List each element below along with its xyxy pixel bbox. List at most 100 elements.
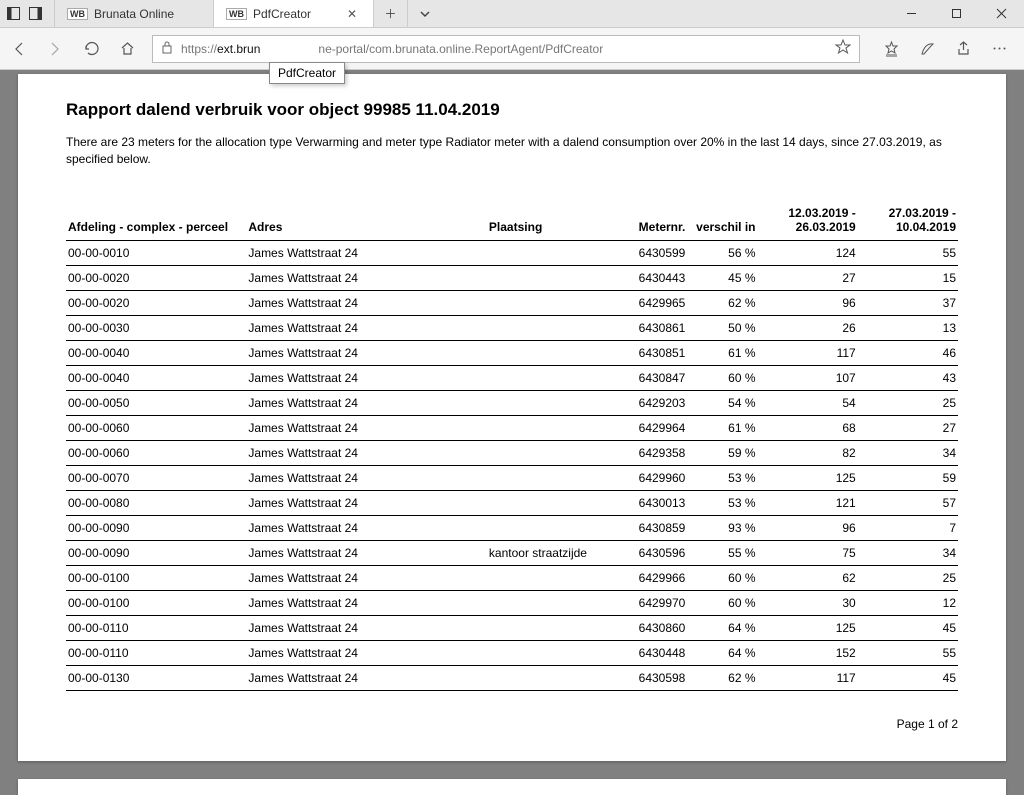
tab-pdfcreator[interactable]: WB PdfCreator ✕	[214, 0, 374, 27]
cell-plaats	[487, 440, 617, 465]
cell-meter: 6430599	[617, 240, 687, 265]
meters-table: Afdeling - complex - perceel Adres Plaat…	[66, 202, 958, 691]
cell-p2: 45	[858, 665, 958, 690]
tab-brunata-online[interactable]: WB Brunata Online	[54, 0, 214, 27]
cell-afd: 00-00-0110	[66, 640, 246, 665]
cell-p1: 54	[758, 390, 858, 415]
cell-p1: 96	[758, 290, 858, 315]
cell-versch: 62 %	[687, 665, 757, 690]
cell-p2: 34	[858, 540, 958, 565]
cell-versch: 93 %	[687, 515, 757, 540]
home-button[interactable]	[116, 38, 138, 60]
refresh-button[interactable]	[80, 38, 102, 60]
pen-icon[interactable]	[916, 38, 938, 60]
scroll-area[interactable]: Rapport dalend verbruik voor object 9998…	[0, 70, 1024, 795]
forward-button[interactable]	[44, 38, 66, 60]
cell-adres: James Wattstraat 24	[246, 390, 487, 415]
cell-adres: James Wattstraat 24	[246, 440, 487, 465]
window-split-left-icon[interactable]	[6, 7, 20, 21]
cell-adres: James Wattstraat 24	[246, 490, 487, 515]
cell-p1: 26	[758, 315, 858, 340]
cell-adres: James Wattstraat 24	[246, 465, 487, 490]
favorite-star-icon[interactable]	[835, 39, 851, 58]
cell-versch: 62 %	[687, 290, 757, 315]
th-period2: 27.03.2019 - 10.04.2019	[858, 202, 958, 241]
cell-afd: 00-00-0070	[66, 465, 246, 490]
tab-label: Brunata Online	[94, 7, 174, 21]
cell-p2: 43	[858, 365, 958, 390]
cell-meter: 6429964	[617, 415, 687, 440]
cell-plaats	[487, 490, 617, 515]
cell-afd: 00-00-0020	[66, 290, 246, 315]
cell-p2: 45	[858, 615, 958, 640]
cell-adres: James Wattstraat 24	[246, 340, 487, 365]
cell-p2: 27	[858, 415, 958, 440]
cell-p1: 124	[758, 240, 858, 265]
back-button[interactable]	[8, 38, 30, 60]
table-row: 00-00-0050James Wattstraat 24642920354 %…	[66, 390, 958, 415]
cell-p2: 55	[858, 640, 958, 665]
favorites-list-icon[interactable]	[880, 38, 902, 60]
cell-meter: 6430847	[617, 365, 687, 390]
cell-p2: 59	[858, 465, 958, 490]
cell-plaats	[487, 415, 617, 440]
report-subtitle: There are 23 meters for the allocation t…	[66, 134, 958, 168]
cell-p1: 125	[758, 615, 858, 640]
favicon-icon: WB	[226, 8, 247, 20]
cell-versch: 54 %	[687, 390, 757, 415]
cell-adres: James Wattstraat 24	[246, 665, 487, 690]
cell-versch: 53 %	[687, 490, 757, 515]
close-icon[interactable]: ✕	[343, 7, 361, 21]
table-row: 00-00-0040James Wattstraat 24643084760 %…	[66, 365, 958, 390]
tab-actions-button[interactable]	[408, 0, 442, 27]
table-header-row: Afdeling - complex - perceel Adres Plaat…	[66, 202, 958, 241]
cell-versch: 60 %	[687, 565, 757, 590]
cell-versch: 60 %	[687, 590, 757, 615]
cell-afd: 00-00-0100	[66, 590, 246, 615]
cell-p1: 117	[758, 340, 858, 365]
cell-p1: 152	[758, 640, 858, 665]
cell-adres: James Wattstraat 24	[246, 590, 487, 615]
cell-adres: James Wattstraat 24	[246, 540, 487, 565]
th-meternr: Meternr.	[617, 202, 687, 241]
table-row: 00-00-0040James Wattstraat 24643085161 %…	[66, 340, 958, 365]
cell-afd: 00-00-0100	[66, 565, 246, 590]
cell-plaats	[487, 665, 617, 690]
cell-p2: 37	[858, 290, 958, 315]
more-icon[interactable]	[988, 38, 1010, 60]
cell-afd: 00-00-0010	[66, 240, 246, 265]
cell-adres: James Wattstraat 24	[246, 315, 487, 340]
table-row: 00-00-0010James Wattstraat 24643059956 %…	[66, 240, 958, 265]
th-adres: Adres	[246, 202, 487, 241]
cell-plaats	[487, 265, 617, 290]
cell-plaats	[487, 590, 617, 615]
minimize-button[interactable]	[889, 0, 934, 27]
window-split-right-icon[interactable]	[28, 7, 42, 21]
cell-p2: 12	[858, 590, 958, 615]
tab-label: PdfCreator	[253, 7, 311, 21]
address-bar[interactable]: https://ext.brunne-portal/com.brunata.on…	[152, 35, 860, 63]
close-window-button[interactable]	[979, 0, 1024, 27]
cell-p2: 55	[858, 240, 958, 265]
cell-afd: 00-00-0040	[66, 340, 246, 365]
new-tab-button[interactable]: ＋	[374, 0, 408, 27]
table-row: 00-00-0090James Wattstraat 24643085993 %…	[66, 515, 958, 540]
titlebar-left-controls	[0, 0, 48, 27]
cell-versch: 55 %	[687, 540, 757, 565]
browser-tabs: WB Brunata Online WB PdfCreator ✕ ＋	[54, 0, 442, 27]
cell-adres: James Wattstraat 24	[246, 290, 487, 315]
maximize-button[interactable]	[934, 0, 979, 27]
cell-versch: 50 %	[687, 315, 757, 340]
cell-afd: 00-00-0110	[66, 615, 246, 640]
page-counter: Page 1 of 2	[66, 717, 958, 731]
lock-icon	[161, 40, 173, 57]
cell-meter: 6430598	[617, 665, 687, 690]
window-controls	[889, 0, 1024, 27]
cell-versch: 61 %	[687, 340, 757, 365]
cell-p1: 82	[758, 440, 858, 465]
cell-adres: James Wattstraat 24	[246, 565, 487, 590]
cell-plaats	[487, 640, 617, 665]
cell-afd: 00-00-0030	[66, 315, 246, 340]
cell-p1: 107	[758, 365, 858, 390]
share-icon[interactable]	[952, 38, 974, 60]
